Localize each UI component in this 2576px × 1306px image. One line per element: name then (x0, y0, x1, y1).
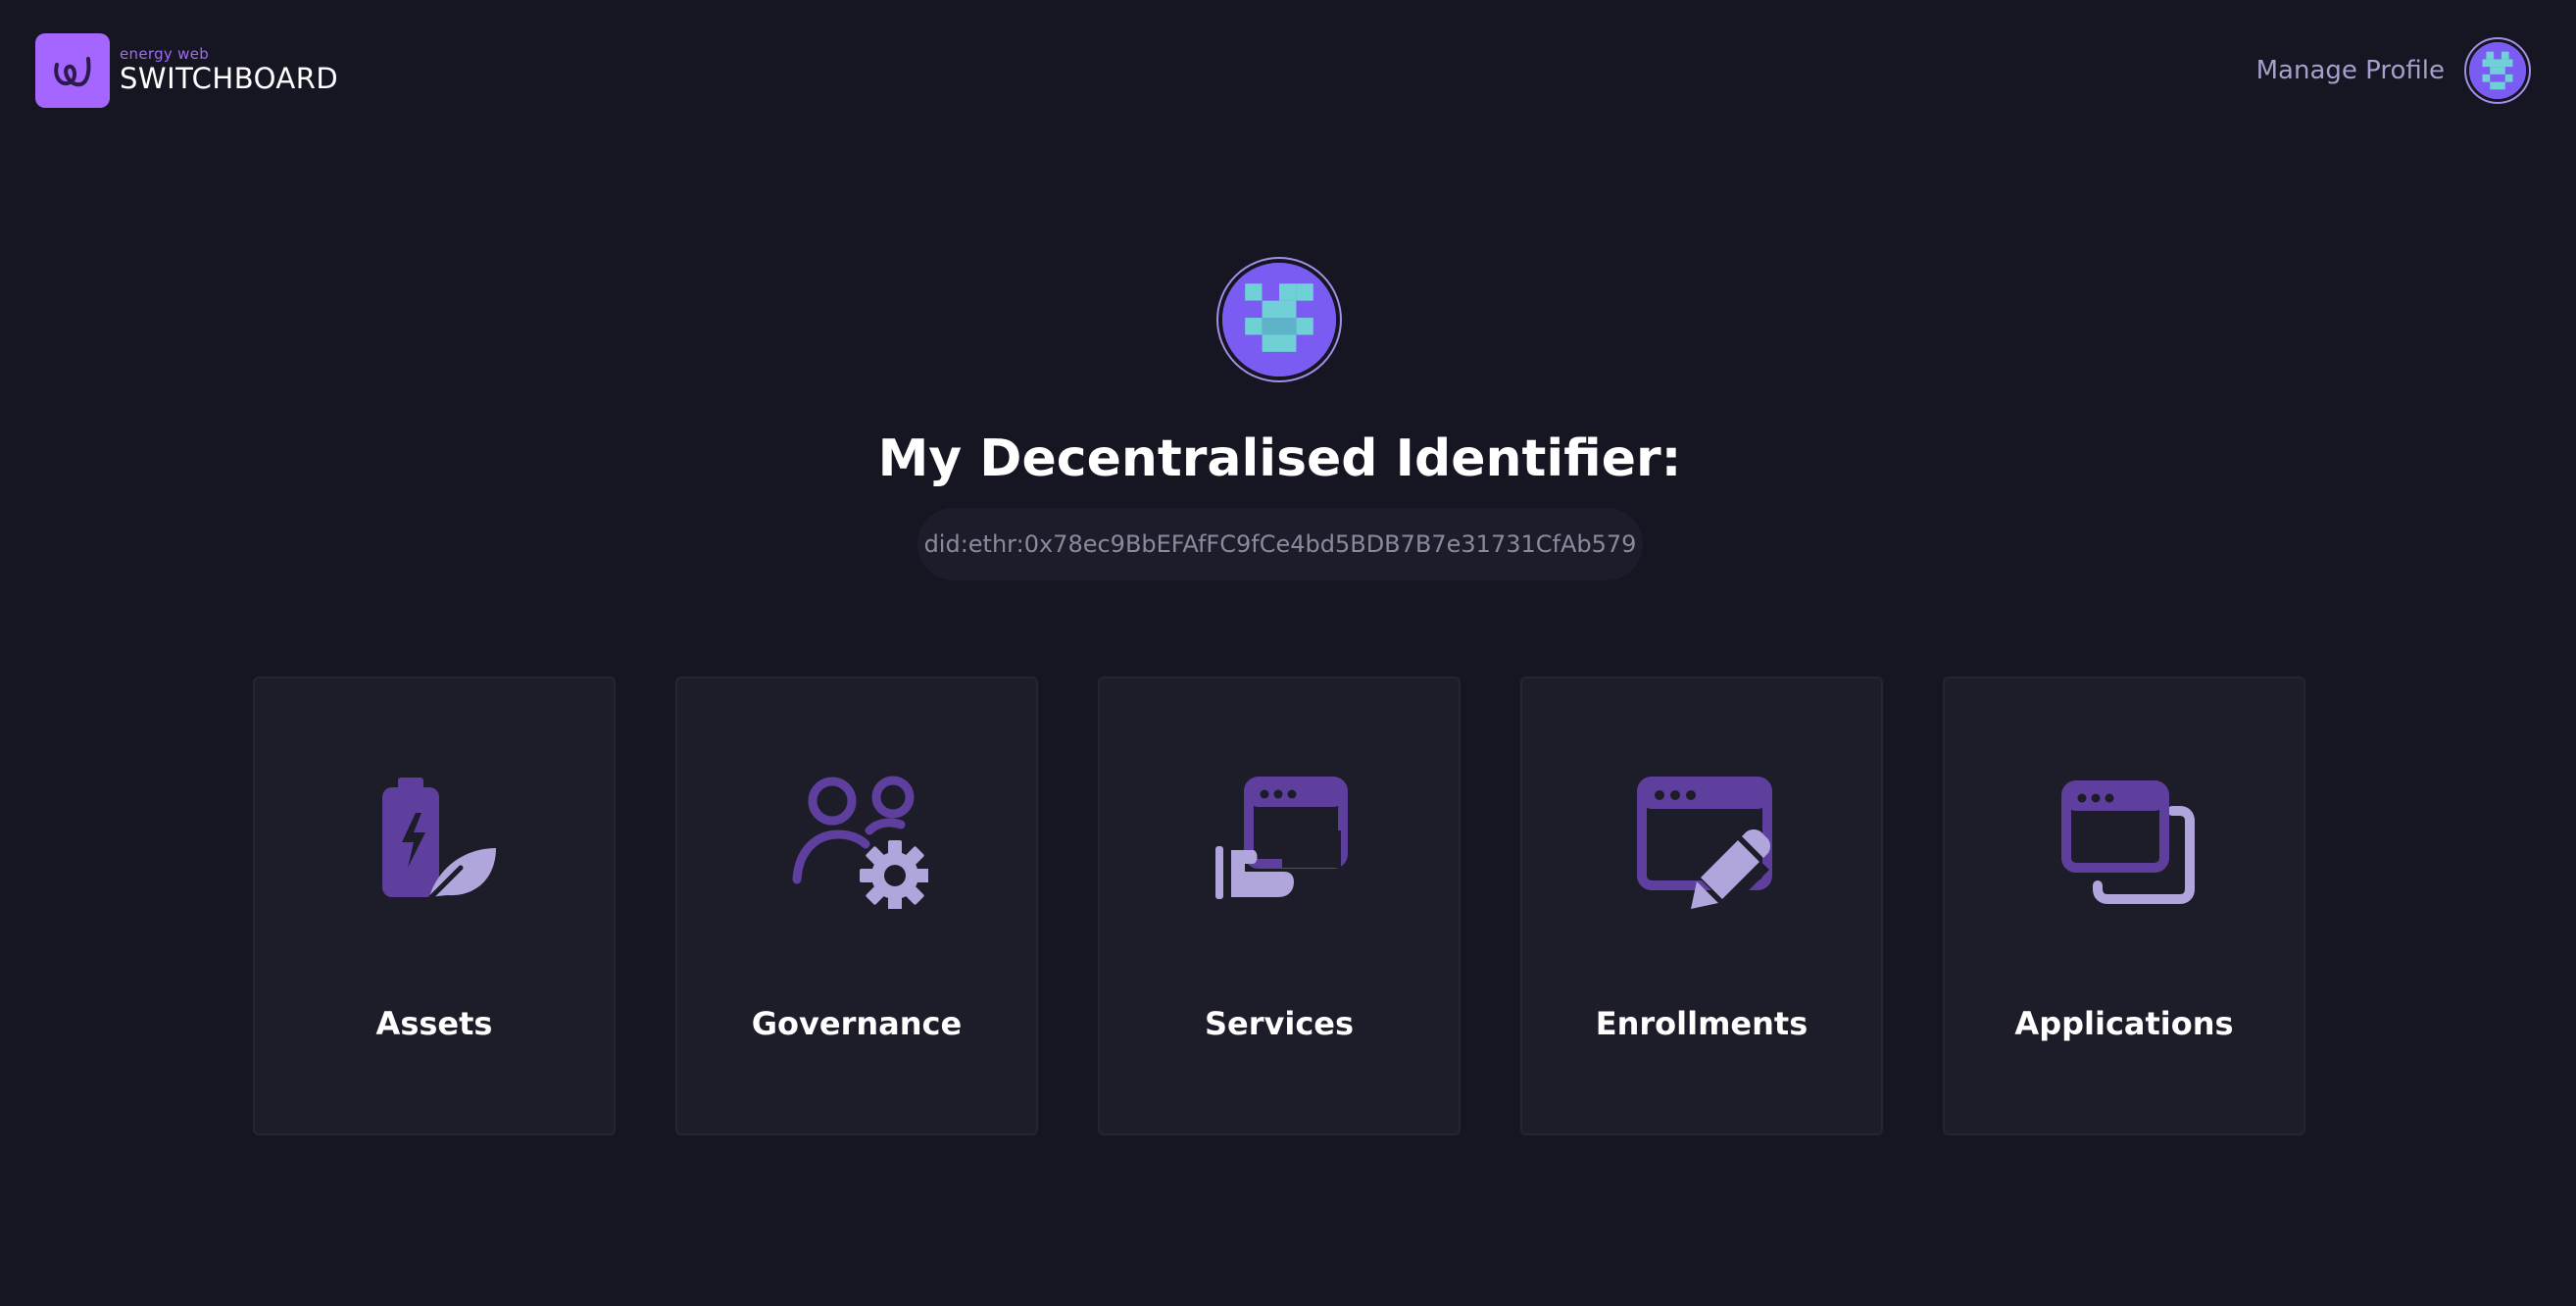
identity-avatar (1216, 257, 1342, 382)
profile-avatar[interactable] (2464, 37, 2531, 104)
logo-title: SWITCHBOARD (120, 62, 339, 95)
card-label: Applications (2014, 1005, 2234, 1042)
page-title: My Decentralised Identifier: (877, 429, 1682, 488)
logo-text: energy web SWITCHBOARD (120, 46, 338, 95)
card-label: Services (1204, 1005, 1355, 1042)
app-header: energy web SWITCHBOARD Manage Profile (0, 0, 2576, 141)
identicon-icon (1222, 263, 1336, 377)
card-applications[interactable]: Applications (1943, 677, 2305, 1135)
manage-profile-link[interactable]: Manage Profile (2256, 53, 2445, 88)
battery-leaf-icon (369, 772, 506, 909)
card-enrollments[interactable]: Enrollments (1520, 677, 1883, 1135)
window-pencil-icon (1636, 772, 1773, 909)
stacked-windows-icon (2058, 772, 2196, 909)
card-assets[interactable]: Assets (253, 677, 616, 1135)
identicon-icon (2469, 42, 2526, 99)
card-label: Assets (375, 1005, 493, 1042)
energy-web-logo-icon (35, 33, 110, 108)
switchboard-logo[interactable]: energy web SWITCHBOARD (35, 33, 338, 108)
users-gear-icon (791, 772, 930, 911)
card-label: Governance (751, 1005, 963, 1042)
card-label: Enrollments (1595, 1005, 1808, 1042)
card-governance[interactable]: Governance (675, 677, 1038, 1135)
hand-window-icon (1214, 772, 1351, 909)
card-services[interactable]: Services (1098, 677, 1461, 1135)
logo-subtitle: energy web (120, 45, 210, 63)
did-value[interactable]: did:ethr:0x78ec9BbEFAfFC9fCe4bd5BDB7B7e3… (917, 508, 1643, 580)
